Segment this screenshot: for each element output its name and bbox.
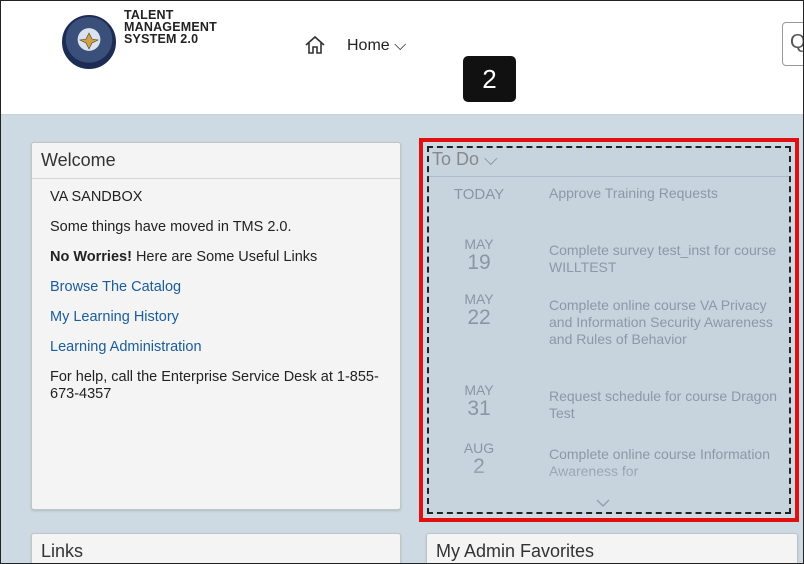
todo-day: 31: [467, 397, 491, 420]
moved-notice: Some things have moved in TMS 2.0.: [50, 219, 292, 235]
search-icon: Q: [790, 31, 803, 54]
admin-favorites-tile: My Admin Favorites: [426, 533, 798, 563]
todo-text: Complete online course VA Privacy and In…: [549, 297, 773, 347]
today-label: TODAY: [453, 186, 505, 203]
learning-history-link[interactable]: My Learning History: [50, 309, 382, 326]
todo-day: 19: [467, 251, 491, 274]
todo-month: MAY: [464, 236, 494, 252]
todo-month: MAY: [464, 382, 494, 398]
admin-favorites-title: My Admin Favorites: [427, 534, 797, 563]
links-tile: Links: [31, 533, 401, 563]
todo-day: 22: [467, 306, 491, 329]
welcome-tile: Welcome VA SANDBOX Some things have move…: [31, 142, 401, 510]
todo-text: Complete survey test_inst for course WIL…: [549, 242, 777, 275]
welcome-body: VA SANDBOX Some things have moved in TMS…: [32, 179, 400, 426]
chevron-down-icon[interactable]: [596, 499, 610, 508]
todo-text: Approve Training Requests: [549, 185, 718, 201]
todo-month: MAY: [464, 291, 494, 307]
useful-links-intro: No Worries! Here are Some Useful Links: [50, 249, 382, 266]
todo-date: MAY 31: [449, 382, 509, 420]
todo-title[interactable]: To Do ⌵: [432, 149, 498, 170]
screenshot-frame: TALENT MANAGEMENT SYSTEM 2.0 Home ⌵ Q 2 …: [0, 0, 804, 564]
app-brand[interactable]: TALENT MANAGEMENT SYSTEM 2.0: [124, 9, 217, 46]
search-button[interactable]: Q: [782, 22, 803, 66]
useful-links-text: Here are Some Useful Links: [131, 249, 318, 265]
todo-text: Request schedule for course Dragon Test: [549, 388, 778, 421]
home-content-area: Welcome VA SANDBOX Some things have move…: [1, 115, 803, 563]
todo-date: MAY 22: [449, 291, 509, 329]
todo-highlight-box: To Do ⌵ TODAY Approve Training Requests …: [419, 138, 799, 522]
todo-date: TODAY: [449, 186, 509, 204]
brand-line-3: SYSTEM 2.0: [124, 32, 199, 46]
help-text: For help, call the Enterprise Service De…: [50, 369, 379, 402]
step-number-badge: 2: [463, 56, 516, 102]
learning-admin-link[interactable]: Learning Administration: [50, 339, 382, 356]
app-header: TALENT MANAGEMENT SYSTEM 2.0 Home ⌵ Q 2: [1, 1, 803, 115]
home-menu-button[interactable]: Home ⌵: [347, 37, 406, 55]
home-icon[interactable]: [304, 34, 326, 56]
todo-date: MAY 19: [449, 236, 509, 274]
links-title: Links: [32, 534, 400, 563]
eagle-icon: [79, 32, 99, 50]
todo-month: AUG: [463, 440, 495, 456]
va-seal-logo: [62, 15, 116, 69]
browse-catalog-link[interactable]: Browse The Catalog: [50, 279, 382, 296]
no-worries-text: No Worries!: [50, 249, 132, 265]
todo-divider: [429, 176, 789, 177]
todo-tile: To Do ⌵ TODAY Approve Training Requests …: [427, 146, 791, 514]
welcome-title: Welcome: [32, 143, 400, 179]
org-name: VA SANDBOX: [50, 189, 143, 205]
